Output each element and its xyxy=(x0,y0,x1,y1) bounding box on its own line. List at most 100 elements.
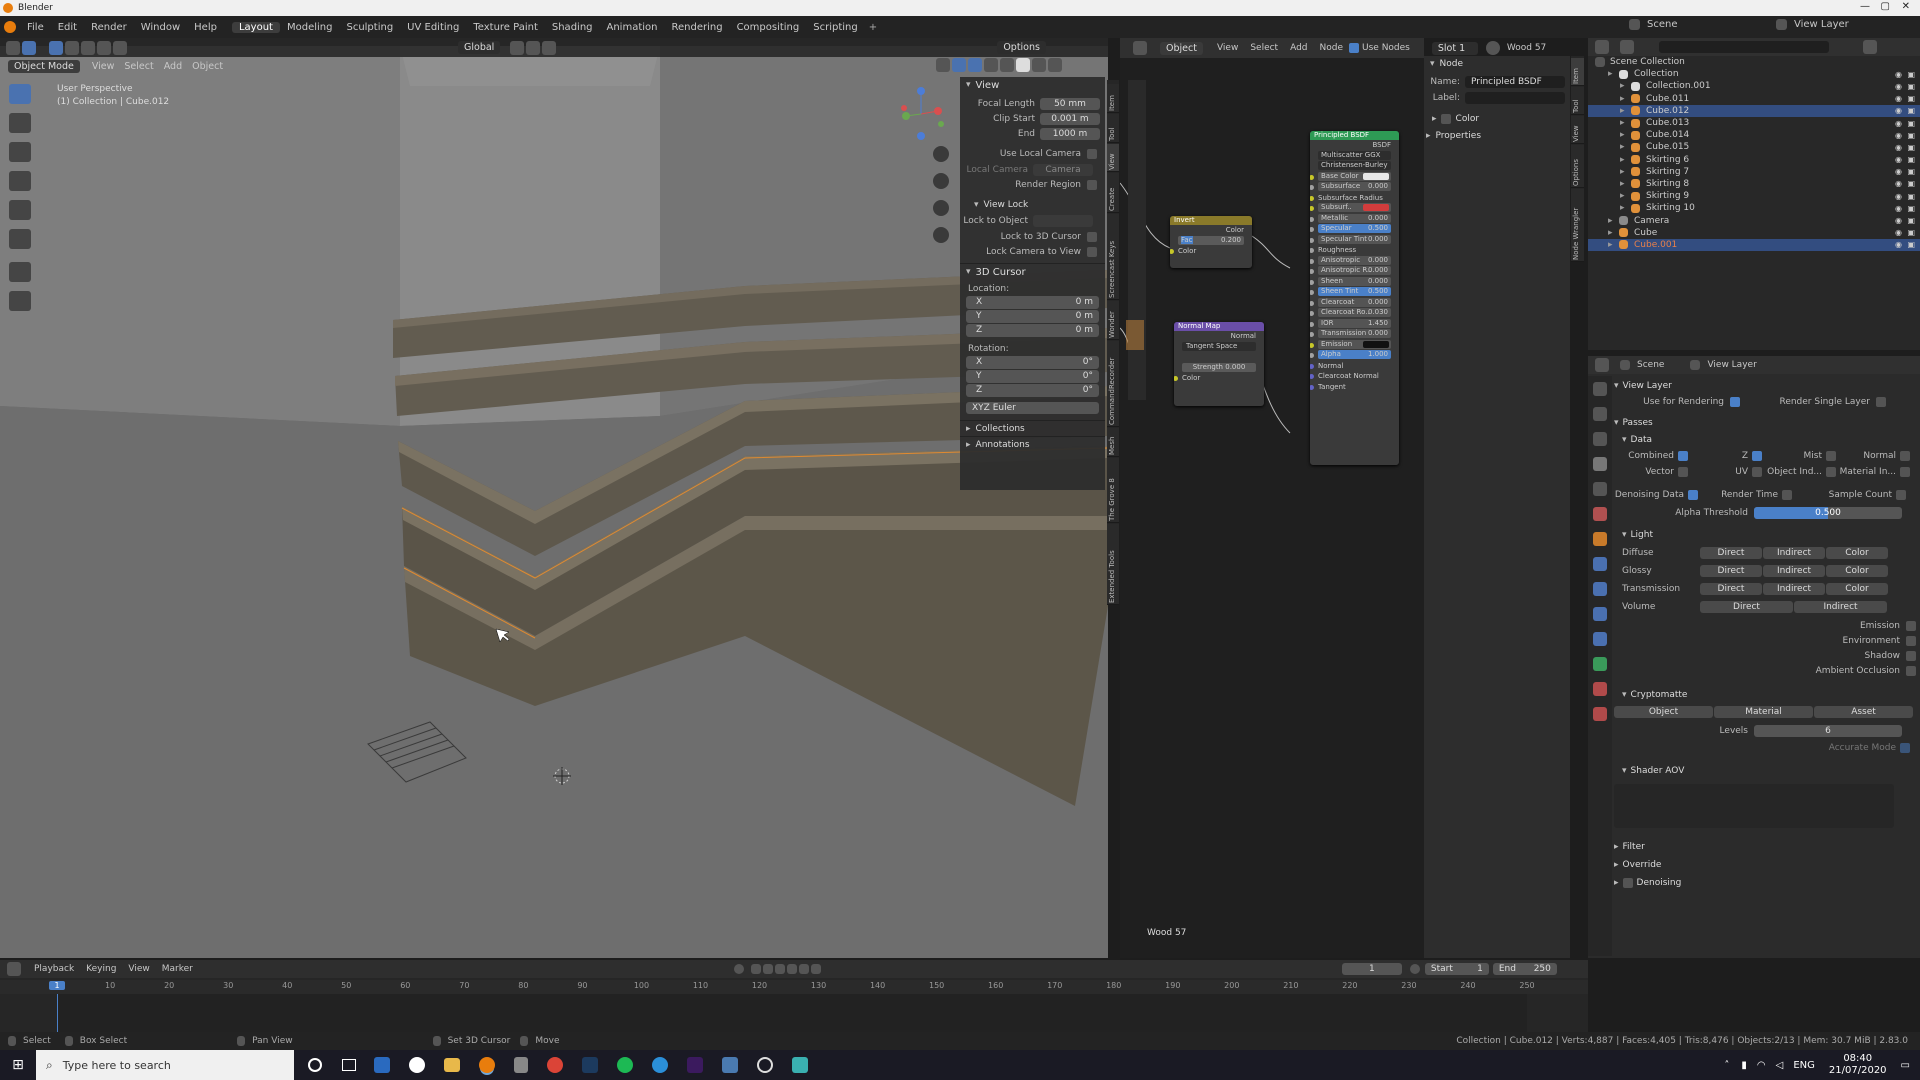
bsdf-input-sheen-tint[interactable]: Sheen Tint 0.500 xyxy=(1310,287,1399,298)
expand-icon[interactable]: ▸ xyxy=(1620,155,1630,165)
camera-render-icon[interactable]: ▣ xyxy=(1907,119,1915,128)
sidebar-tab-item[interactable]: Item xyxy=(1107,84,1119,113)
shader-type-dropdown[interactable]: Object xyxy=(1160,41,1203,55)
color-swatch[interactable] xyxy=(1363,204,1389,211)
overlay-icon[interactable] xyxy=(968,58,982,72)
eye-icon[interactable]: ◉ xyxy=(1895,82,1902,91)
invert-node[interactable]: Invert Color Fac 0.200 Color xyxy=(1170,216,1252,268)
sidebar-tab-extended-tools[interactable]: Extended Tools xyxy=(1107,523,1119,605)
outliner-item[interactable]: ▸ Cube.011 ◉ ▣ xyxy=(1588,93,1920,105)
expand-icon[interactable]: ▸ xyxy=(1620,203,1630,213)
clip-end-field[interactable]: 1000 m xyxy=(1040,127,1100,140)
view-section-title[interactable]: View xyxy=(976,80,1000,91)
eye-icon[interactable]: ◉ xyxy=(1895,216,1902,225)
shader-aov-list[interactable] xyxy=(1614,784,1894,828)
camera-render-icon[interactable]: ▣ xyxy=(1907,131,1915,140)
input-socket[interactable] xyxy=(1310,384,1314,390)
close-button[interactable]: ✕ xyxy=(1902,1,1910,12)
bsdf-input-ior[interactable]: IOR 1.450 xyxy=(1310,318,1399,330)
bsdf-input-subsurface-radius[interactable]: Subsurface Radius xyxy=(1310,193,1399,204)
input-socket[interactable] xyxy=(1310,216,1314,222)
rotate-tool-icon[interactable] xyxy=(9,171,31,191)
taskbar-search[interactable]: ⌕ Type here to search xyxy=(36,1050,294,1080)
input-field[interactable]: Sheen 0.000 xyxy=(1318,276,1391,286)
node-sidebar-tab-node-wrangler[interactable]: Node Wrangler xyxy=(1571,189,1584,262)
normal-map-node[interactable]: Normal Map Normal Tangent Space Strength… xyxy=(1174,322,1264,406)
display-mode-icon[interactable] xyxy=(1620,40,1634,54)
eye-icon[interactable]: ◉ xyxy=(1895,131,1902,140)
filter-panel-title[interactable]: Filter xyxy=(1623,842,1645,852)
chrome-icon[interactable] xyxy=(547,1057,563,1073)
material-index-checkbox[interactable] xyxy=(1900,467,1910,477)
input-field[interactable]: Transmission 0.000 xyxy=(1318,329,1391,338)
3d-cursor-section-title[interactable]: 3D Cursor xyxy=(976,267,1026,278)
node-menu-view[interactable]: View xyxy=(1217,43,1238,53)
bsdf-input-clearcoat[interactable]: Clearcoat 0.000 xyxy=(1310,297,1399,309)
view-layer-tab-icon[interactable] xyxy=(1593,457,1607,471)
solid-shading-icon[interactable] xyxy=(1016,58,1030,72)
override-panel-title[interactable]: Override xyxy=(1623,860,1662,870)
lock-3d-cursor-checkbox[interactable] xyxy=(1087,231,1097,242)
bsdf-input-specular[interactable]: Specular 0.500 xyxy=(1310,224,1399,235)
menu-edit[interactable]: Edit xyxy=(51,22,84,33)
camera-render-icon[interactable]: ▣ xyxy=(1907,70,1915,79)
scene-collection-label[interactable]: Scene Collection xyxy=(1610,57,1685,67)
proportional-edit-icon[interactable] xyxy=(542,40,557,55)
cryptomatte-object-toggle[interactable]: Object xyxy=(1614,706,1713,718)
denoising-panel-title[interactable]: Denoising xyxy=(1637,878,1682,888)
jump-start-icon[interactable] xyxy=(750,964,761,974)
app2-icon[interactable] xyxy=(409,1057,425,1073)
options-dropdown[interactable]: Options xyxy=(997,41,1046,54)
battery-icon[interactable]: ▮ xyxy=(1741,1060,1747,1071)
cryptomatte-material-toggle[interactable]: Material xyxy=(1714,706,1813,718)
viewport-3d[interactable]: User Perspective (1) Collection | Cube.0… xyxy=(0,46,1108,958)
select-subtract-icon[interactable] xyxy=(81,40,95,55)
file-explorer-icon[interactable] xyxy=(444,1058,460,1072)
grid-view-icon[interactable] xyxy=(933,227,949,243)
input-socket[interactable] xyxy=(1310,237,1314,243)
select-tool-icon[interactable] xyxy=(9,84,31,104)
texture-tab-icon[interactable] xyxy=(1593,707,1607,721)
camera-render-icon[interactable]: ▣ xyxy=(1907,167,1915,176)
bsdf-input-anisotropic[interactable]: Anisotropic 0.000 xyxy=(1310,255,1399,267)
bsdf-input-sheen[interactable]: Sheen 0.000 xyxy=(1310,276,1399,288)
view-lock-title[interactable]: View Lock xyxy=(984,200,1029,210)
xray-icon[interactable] xyxy=(984,58,998,72)
app5-icon[interactable] xyxy=(792,1057,808,1073)
spotify-icon[interactable] xyxy=(617,1057,633,1073)
clock[interactable]: 08:40 21/07/2020 xyxy=(1829,1053,1887,1077)
outliner-item[interactable]: ▸ Skirting 7 ◉ ▣ xyxy=(1588,166,1920,178)
node-section-title[interactable]: Node xyxy=(1440,59,1464,69)
render-tab-icon[interactable] xyxy=(1593,407,1607,421)
invert-fac-value[interactable]: 0.200 xyxy=(1221,236,1241,245)
task-view-icon[interactable] xyxy=(342,1059,356,1071)
sidebar-tab-screencast-keys[interactable]: Screencast Keys xyxy=(1107,213,1119,300)
levels-field[interactable]: 6 xyxy=(1754,725,1902,737)
workspace-tab-animation[interactable]: Animation xyxy=(600,22,665,33)
input-socket[interactable] xyxy=(1310,206,1314,211)
blender-taskbar-icon[interactable] xyxy=(479,1057,495,1073)
outliner-item[interactable]: ▸ Cube.012 ◉ ▣ xyxy=(1588,104,1920,117)
sidebar-tab-wonder[interactable]: Wonder xyxy=(1107,300,1119,340)
denoising-checkbox[interactable] xyxy=(1622,878,1633,888)
node-color-checkbox[interactable] xyxy=(1440,114,1451,124)
outliner-item[interactable]: ▸ Camera ◉ ▣ xyxy=(1588,214,1920,226)
light-subpanel-title[interactable]: Light xyxy=(1631,530,1653,540)
sidebar-tab-create[interactable]: Create xyxy=(1107,173,1119,213)
input-socket[interactable] xyxy=(1310,374,1314,379)
outliner-item[interactable]: ▸ Cube.015 ◉ ▣ xyxy=(1588,141,1920,153)
eye-icon[interactable]: ◉ xyxy=(1895,143,1902,152)
camera-render-icon[interactable]: ▣ xyxy=(1907,228,1915,237)
scale-tool-icon[interactable] xyxy=(9,200,31,220)
workspace-tab-scripting[interactable]: Scripting xyxy=(806,22,864,33)
edge-icon[interactable] xyxy=(652,1057,668,1073)
eye-icon[interactable]: ◉ xyxy=(1895,119,1902,128)
expand-icon[interactable]: ▸ xyxy=(1620,167,1630,177)
light-indirect-toggle[interactable]: Indirect xyxy=(1794,601,1887,613)
render-single-layer-checkbox[interactable] xyxy=(1876,397,1886,407)
node-menu-add[interactable]: Add xyxy=(1290,43,1307,53)
input-field[interactable]: Specular 0.500 xyxy=(1318,224,1391,233)
tray-chevron-icon[interactable]: ˄ xyxy=(1724,1060,1729,1071)
workspace-tab-rendering[interactable]: Rendering xyxy=(664,22,729,33)
input-socket[interactable] xyxy=(1310,195,1314,201)
